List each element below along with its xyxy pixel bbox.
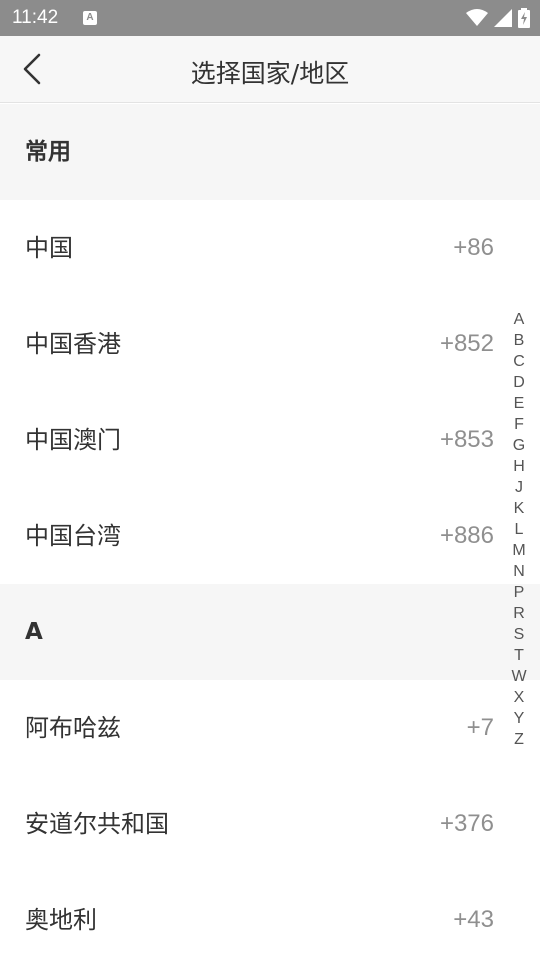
notification-a-icon: A (83, 11, 97, 25)
signal-icon (494, 9, 512, 27)
country-name: 安道尔共和国 (25, 810, 169, 838)
index-letter-e[interactable]: E (514, 393, 525, 414)
index-letter-s[interactable]: S (514, 624, 525, 645)
page-title: 选择国家/地区 (190, 59, 350, 88)
country-row-austria[interactable]: 奥地利 +43 (0, 872, 540, 960)
index-letter-r[interactable]: R (513, 603, 525, 624)
country-name: 中国 (25, 234, 73, 262)
index-letter-j[interactable]: J (515, 477, 523, 498)
index-letter-x[interactable]: X (514, 687, 525, 708)
country-row-taiwan[interactable]: 中国台湾 +886 (0, 488, 540, 584)
dial-code: +7 (466, 714, 494, 741)
country-row-china[interactable]: 中国 +86 (0, 200, 540, 296)
country-name: 阿布哈兹 (25, 714, 121, 742)
index-letter-c[interactable]: C (513, 351, 525, 372)
battery-charging-icon (518, 8, 530, 28)
country-row-macau[interactable]: 中国澳门 +853 (0, 392, 540, 488)
section-header-common: 常用 (0, 104, 540, 200)
dial-code: +376 (439, 810, 494, 837)
dial-code: +853 (439, 426, 494, 453)
country-name: 中国澳门 (25, 426, 121, 454)
index-letter-w[interactable]: W (511, 666, 526, 687)
index-letter-f[interactable]: F (514, 414, 524, 435)
index-letter-t[interactable]: T (514, 645, 524, 666)
index-letter-y[interactable]: Y (514, 708, 525, 729)
status-bar: 11:42 A (0, 0, 540, 36)
index-letter-k[interactable]: K (514, 498, 525, 519)
index-letter-d[interactable]: D (513, 372, 525, 393)
alphabet-index-bar[interactable]: ABCDEFGHJKLMNPRSTWXYZ (508, 309, 530, 750)
top-app-bar: 选择国家/地区 (0, 36, 540, 103)
dial-code: +86 (453, 234, 494, 261)
index-letter-a[interactable]: A (514, 309, 525, 330)
status-icons (466, 8, 530, 28)
country-name: 奥地利 (25, 906, 97, 934)
status-time: 11:42 (12, 7, 59, 28)
index-letter-l[interactable]: L (515, 519, 524, 540)
dial-code: +43 (453, 906, 494, 933)
country-row-hongkong[interactable]: 中国香港 +852 (0, 296, 540, 392)
index-letter-g[interactable]: G (513, 435, 525, 456)
dial-code: +886 (439, 522, 494, 549)
country-name: 中国台湾 (25, 522, 121, 550)
country-name: 中国香港 (25, 330, 121, 358)
index-letter-n[interactable]: N (513, 561, 525, 582)
dial-code: +852 (439, 330, 494, 357)
index-letter-z[interactable]: Z (514, 729, 524, 750)
index-letter-b[interactable]: B (514, 330, 525, 351)
index-letter-p[interactable]: P (514, 582, 525, 603)
country-row-andorra[interactable]: 安道尔共和国 +376 (0, 776, 540, 872)
country-row-abkhazia[interactable]: 阿布哈兹 +7 (0, 680, 540, 776)
wifi-icon (466, 9, 488, 26)
index-letter-m[interactable]: M (512, 540, 525, 561)
section-header-a: A (0, 584, 540, 680)
index-letter-h[interactable]: H (513, 456, 525, 477)
